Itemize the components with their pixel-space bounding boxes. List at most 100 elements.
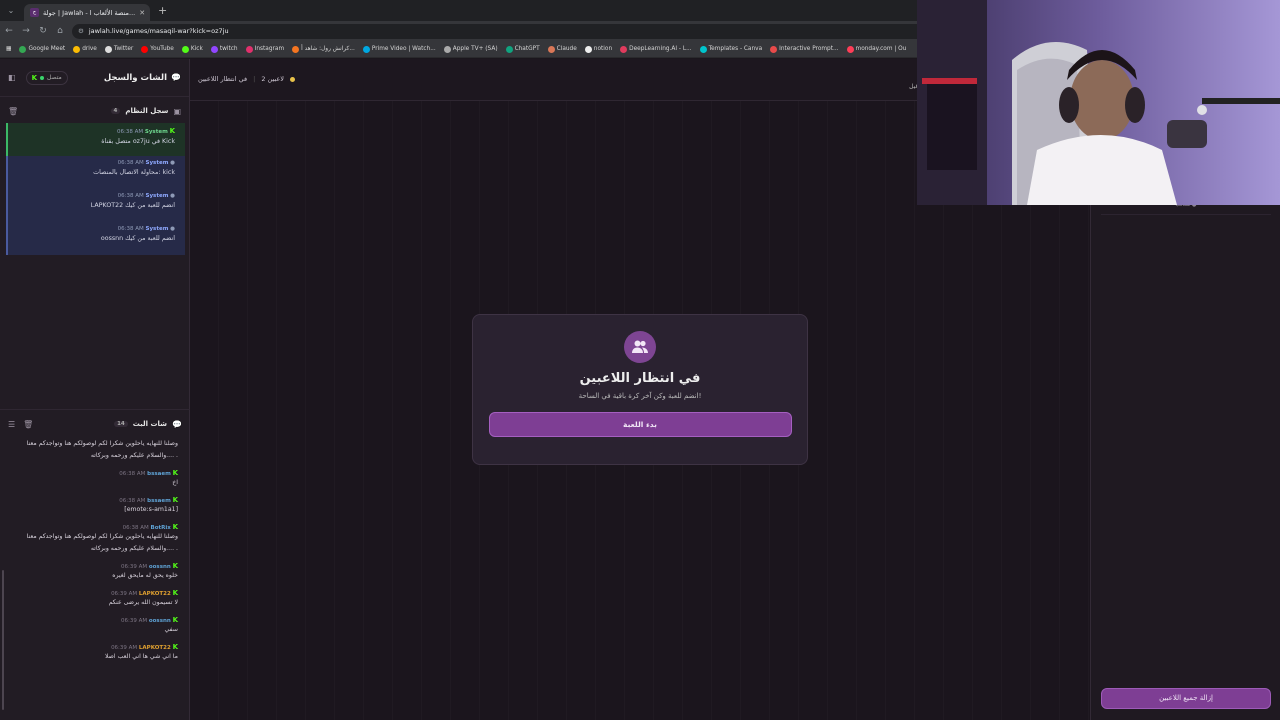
sidebar-title-text: الشات والسجل xyxy=(103,72,168,83)
players-count: 2 لاعبين xyxy=(261,75,284,83)
chat-meta: 06:38 AM BotRix K xyxy=(122,523,178,531)
chat-meta: 06:38 AM bssaem K xyxy=(119,496,178,504)
log-item: 06:38 AM System ● محاولة الاتصال بالمنصا… xyxy=(6,156,185,189)
log-item: 06:38 AM System ● oossnn انضم للعبة من ك… xyxy=(6,222,185,255)
remove-all-players-button[interactable]: إزالة جميع اللاعبين xyxy=(1101,688,1271,709)
log-message: محاولة الاتصال بالمنصات: kick xyxy=(93,169,175,176)
chat-message: وصلنا للنهايه ياحلوين شكرا لكم لوصولكم ه… xyxy=(10,438,178,462)
url-text: jawlah.live/games/masaqil-war?kick=oz7ju xyxy=(88,27,229,35)
chat-text: [emote:s-am1a1] xyxy=(124,506,178,513)
chat-count: 14 xyxy=(114,421,128,427)
game-status: في انتظار اللاعبين | 2 لاعبين xyxy=(198,75,295,83)
bookmark-prime-video[interactable]: Prime Video | Watch... xyxy=(362,45,436,53)
bookmark-deeplearning[interactable]: DeepLearning.AI - L... xyxy=(620,45,692,53)
chat-meta: 06:39 AM oossnn K xyxy=(121,616,178,624)
chat-text: اخ xyxy=(172,479,178,486)
webcam-overlay xyxy=(917,0,1280,205)
connection-status: متصل xyxy=(47,74,62,81)
status-dot-icon xyxy=(40,75,44,80)
chat-message: 06:39 AM oossnn K سفي xyxy=(10,616,178,636)
log-icon: ▣ xyxy=(173,106,181,116)
bookmark-claude[interactable]: Claude xyxy=(547,45,577,53)
start-game-button[interactable]: بدء اللعبة xyxy=(488,412,792,437)
tab-close-icon[interactable]: ✕ xyxy=(139,9,145,17)
sidebar-header: ◧ K متصل الشات والسجل 💬 xyxy=(0,59,189,97)
chat-message: 06:39 AM oossnn K خلوه يحق له مايحق لغير… xyxy=(10,562,178,582)
new-tab-button[interactable]: + xyxy=(158,4,167,17)
url-field[interactable]: ⚙ jawlah.live/games/masaqil-war?kick=oz7… xyxy=(72,23,952,39)
chat-message: 06:38 AM bssaem K [emote:s-am1a1] xyxy=(10,496,178,516)
chat-text: وصلنا للنهايه ياحلوين شكرا لكم لوصولكم ه… xyxy=(26,533,178,552)
chat-meta: 06:38 AM bssaem K xyxy=(119,469,178,477)
tab-title: جولة | Jawlah - منصة الألعاب ا... xyxy=(43,8,136,17)
browser-tab[interactable]: ج جولة | Jawlah - منصة الألعاب ا... ✕ xyxy=(24,4,150,21)
bookmark-instagram[interactable]: Instagram xyxy=(245,45,284,53)
chat-text: ما اني شي ها اني العب اصلا xyxy=(104,653,178,660)
log-meta: 06:38 AM System K xyxy=(117,127,175,135)
chat-meta: 06:39 AM oossnn K xyxy=(121,562,178,570)
bookmark-twitter[interactable]: Twitter xyxy=(104,45,133,53)
connection-badge: K متصل xyxy=(25,70,68,85)
chat-text: سفي xyxy=(164,626,178,633)
log-message: متصل بقناة oz7ju في Kick xyxy=(101,138,175,145)
bookmark-interactive-prompt[interactable]: Interactive Prompt... xyxy=(770,45,839,53)
trash-icon[interactable]: 🗑 xyxy=(23,420,33,429)
system-log-count: 4 xyxy=(110,108,121,114)
log-meta: 06:38 AM System ● xyxy=(117,160,175,166)
bookmark-canva[interactable]: Templates - Canva xyxy=(699,45,762,53)
bookmark-google-meet[interactable]: Google Meet xyxy=(19,45,65,53)
players-dot-icon xyxy=(289,76,295,82)
game-state-text: في انتظار اللاعبين xyxy=(198,75,248,83)
status-divider: | xyxy=(253,75,256,83)
chat-text: خلوه يحق له مايحق لغيره xyxy=(112,572,178,579)
system-log-title[interactable]: 4 سجل النظام ▣ xyxy=(110,106,181,116)
home-icon[interactable]: ⌂ xyxy=(55,26,65,36)
log-meta: 06:38 AM System ● xyxy=(117,193,175,199)
back-icon[interactable]: ← xyxy=(4,26,14,36)
bookmark-youtube[interactable]: YouTube xyxy=(141,45,174,53)
bookmark-crunchyroll[interactable]: كرانش رول: شاهد أ... xyxy=(292,45,355,53)
chat-meta: 06:39 AM LAPKOT22 K xyxy=(111,643,178,651)
log-message: oossnn انضم للعبة من كيك xyxy=(100,235,175,242)
chat-header: ☰ 🗑 14 شات البث 💬 xyxy=(0,414,190,434)
bookmark-chatgpt[interactable]: ChatGPT xyxy=(505,45,540,53)
webcam-feed-image xyxy=(917,0,1280,205)
chat-scrollbar[interactable] xyxy=(2,570,4,710)
site-info-icon[interactable]: ⚙ xyxy=(78,27,84,35)
bookmark-drive[interactable]: drive xyxy=(73,45,97,53)
trash-icon[interactable]: 🗑 xyxy=(8,107,18,116)
apps-icon[interactable]: ▦ xyxy=(6,46,11,52)
bookmark-kick[interactable]: Kick xyxy=(181,45,203,53)
bookmark-twitch[interactable]: twitch xyxy=(210,45,238,53)
tab-search-icon[interactable]: ⌄ xyxy=(4,4,18,18)
bookmark-monday[interactable]: monday.com | Ou xyxy=(846,45,906,53)
chat-meta: 06:39 AM LAPKOT22 K xyxy=(111,589,178,597)
sort-icon[interactable]: ☰ xyxy=(8,420,15,429)
reload-icon[interactable]: ↻ xyxy=(38,26,48,36)
stream-chat: ☰ 🗑 14 شات البث 💬 وصلنا للنهايه ياحلوين … xyxy=(0,409,190,720)
chat-title[interactable]: 14 شات البث 💬 xyxy=(114,420,182,429)
waiting-title: في انتظار اللاعبين xyxy=(579,371,701,386)
chat-text: لا تسيمون الله يرضى عنكم xyxy=(108,599,178,606)
chat-message: 06:38 AM BotRix K وصلنا للنهايه ياحلوين … xyxy=(10,523,178,555)
kick-icon: K xyxy=(31,73,37,82)
system-log-list: 06:38 AM System K متصل بقناة oz7ju في Ki… xyxy=(0,123,189,255)
waiting-subtitle: انضم للعبة وكن آخر كرة باقية في الساحة! xyxy=(578,392,702,400)
sidebar-title: الشات والسجل 💬 xyxy=(104,73,181,83)
chat-message: 06:39 AM LAPKOT22 K لا تسيمون الله يرضى … xyxy=(10,589,178,609)
forward-icon[interactable]: → xyxy=(21,26,31,36)
log-message: LAPKOT22 انضم للعبة من كيك xyxy=(90,202,175,209)
chat-sidebar: ◧ K متصل الشات والسجل 💬 🗑 4 سجل النظام ▣… xyxy=(0,59,190,720)
waiting-card: في انتظار اللاعبين انضم للعبة وكن آخر كر… xyxy=(472,314,808,465)
chat-icon: 💬 xyxy=(172,419,182,429)
users-icon xyxy=(624,331,656,363)
system-log-header: 🗑 4 سجل النظام ▣ xyxy=(0,101,189,121)
chat-text: وصلنا للنهايه ياحلوين شكرا لكم لوصولكم ه… xyxy=(26,440,178,459)
log-meta: 06:38 AM System ● xyxy=(117,226,175,232)
system-log-title-text: سجل النظام xyxy=(125,107,169,115)
collapse-sidebar-icon[interactable]: ◧ xyxy=(8,73,16,82)
bookmark-apple-tv[interactable]: Apple TV+ (SA) xyxy=(443,45,498,53)
chat-bubble-icon: 💬 xyxy=(171,73,181,82)
chat-title-text: شات البث xyxy=(132,420,168,428)
bookmark-notion[interactable]: notion xyxy=(584,45,612,53)
